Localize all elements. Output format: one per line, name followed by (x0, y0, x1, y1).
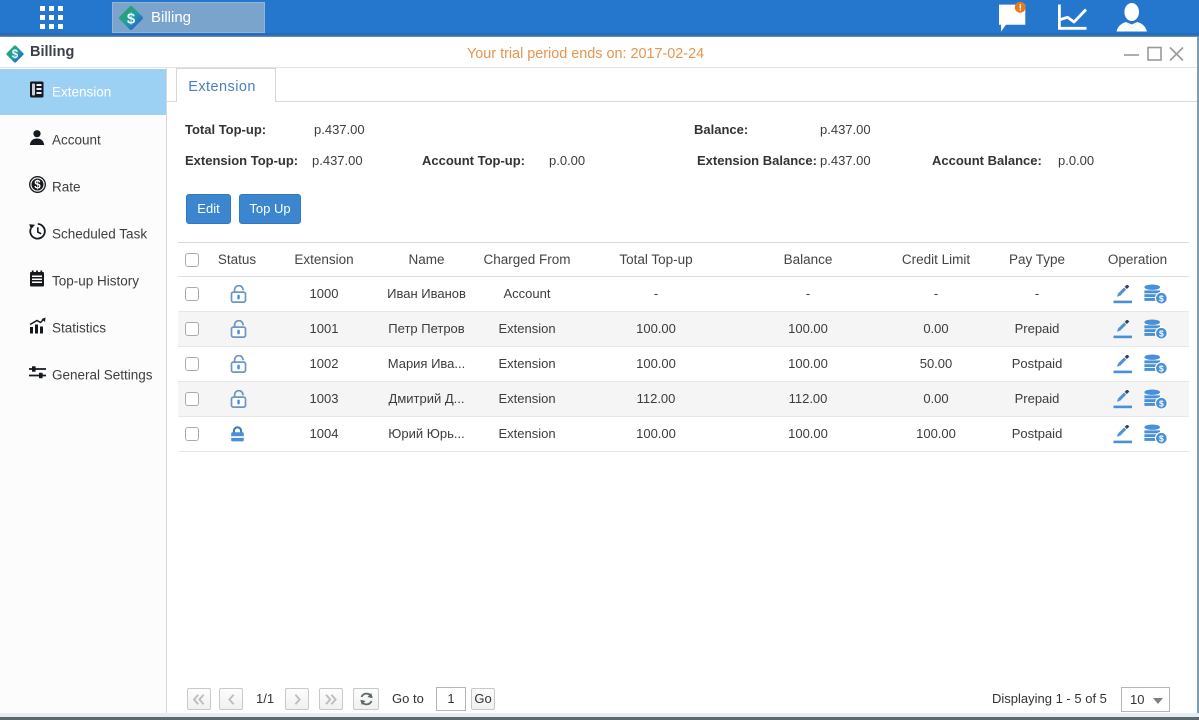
svg-text:$: $ (1159, 399, 1164, 409)
svg-text:$: $ (1159, 329, 1164, 339)
svg-text:$: $ (127, 11, 136, 28)
svg-text:$: $ (1159, 364, 1164, 374)
svg-text:$: $ (34, 179, 41, 191)
svg-text:$: $ (1159, 294, 1164, 304)
svg-text:!: ! (1019, 3, 1022, 13)
svg-text:$: $ (1159, 434, 1164, 444)
svg-text:$: $ (12, 49, 19, 61)
